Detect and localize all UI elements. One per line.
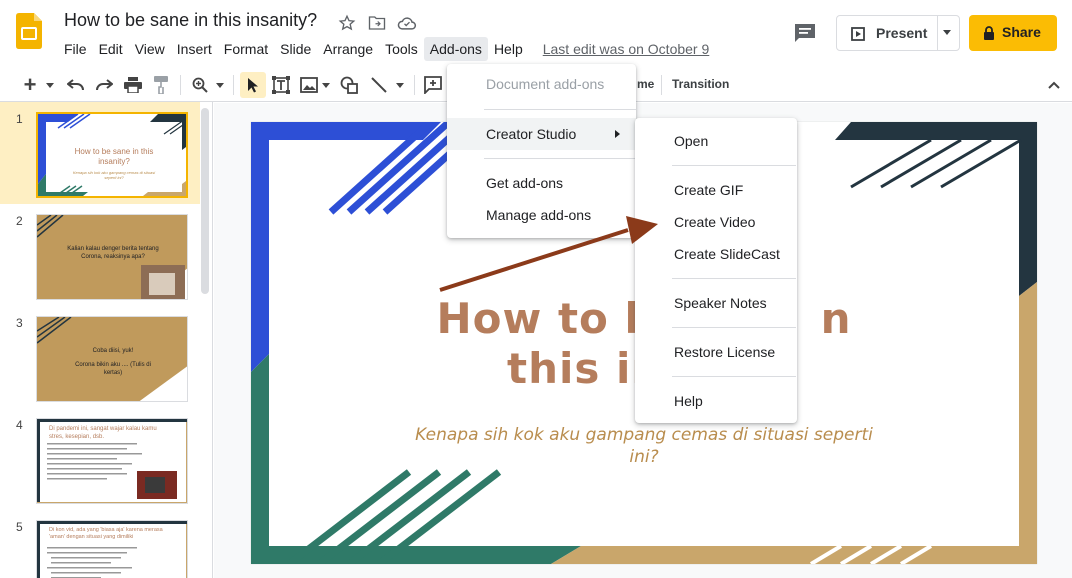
theme-button[interactable]: me: [637, 77, 654, 91]
document-title[interactable]: How to be sane in this insanity?: [64, 10, 317, 31]
present-options-chevron-icon[interactable]: [943, 30, 951, 35]
menu-edit[interactable]: Edit: [93, 37, 129, 61]
menu-file[interactable]: File: [58, 37, 93, 61]
slide-number: 1: [16, 112, 23, 126]
zoom-icon[interactable]: [190, 74, 210, 96]
menu-item-create-gif[interactable]: Create GIF: [635, 174, 797, 206]
undo-icon[interactable]: [65, 74, 87, 96]
new-slide-plus-icon[interactable]: +: [20, 72, 40, 97]
slide-number: 4: [16, 418, 23, 432]
print-icon[interactable]: [122, 74, 144, 96]
line-chevron-icon[interactable]: [394, 74, 406, 96]
menu-addons[interactable]: Add-ons: [423, 37, 488, 61]
menu-item-help[interactable]: Help: [635, 385, 797, 417]
present-icon: [851, 27, 865, 41]
slide-thumbnail-4[interactable]: Di pandemi ini, sangat wajar kalau kamu …: [36, 418, 188, 504]
menu-insert[interactable]: Insert: [171, 37, 218, 61]
menu-item-create-slidecast[interactable]: Create SlideCast: [635, 238, 797, 270]
slide-number: 5: [16, 520, 23, 534]
redo-icon[interactable]: [93, 74, 115, 96]
thumb-text-2: Corona bikin aku .... (Tulis di kertas): [75, 362, 151, 376]
new-slide-layout-chevron-icon[interactable]: [44, 74, 56, 96]
slide-subtitle[interactable]: Kenapa sih kok aku gampang cemas di situ…: [411, 424, 877, 468]
menu-item-get-addons[interactable]: Get add-ons: [447, 167, 636, 199]
image-chevron-icon[interactable]: [320, 74, 332, 96]
select-cursor-icon[interactable]: [240, 72, 266, 98]
comment-icon[interactable]: [793, 22, 817, 44]
transition-button[interactable]: Transition: [672, 77, 729, 91]
present-label: Present: [876, 25, 928, 41]
slide-title-line1: How to b: [436, 294, 656, 343]
thumb-decoration: [37, 317, 187, 401]
image-icon[interactable]: [298, 74, 320, 96]
menu-help[interactable]: Help: [488, 37, 529, 61]
menu-arrange[interactable]: Arrange: [317, 37, 379, 61]
zoom-chevron-icon[interactable]: [214, 74, 226, 96]
lock-icon: [984, 26, 994, 40]
filmstrip-scrollbar[interactable]: [201, 108, 209, 294]
star-icon[interactable]: [336, 12, 358, 34]
text-box-icon[interactable]: [270, 74, 292, 96]
menu-item-manage-addons[interactable]: Manage add-ons: [447, 199, 636, 231]
thumb-subtitle: Kenapa sih kok aku gampang cemas di situ…: [72, 170, 156, 180]
slide-thumbnail-5[interactable]: Di kon vid, ada yang 'biasa aja' karena …: [36, 520, 188, 578]
share-label: Share: [1002, 24, 1041, 40]
share-button[interactable]: Share: [969, 15, 1057, 51]
menu-item-document-addons: Document add-ons: [486, 76, 605, 92]
slide-thumbnail-2[interactable]: Kalian kalau denger berita tentang Coron…: [36, 214, 188, 300]
menu-item-open[interactable]: Open: [635, 125, 797, 157]
comment-add-icon[interactable]: [422, 74, 444, 96]
slide-number: 2: [16, 214, 23, 228]
last-edit-link[interactable]: Last edit was on October 9: [543, 41, 710, 57]
menu-item-speaker-notes[interactable]: Speaker Notes: [635, 287, 797, 319]
menu-format[interactable]: Format: [218, 37, 274, 61]
creator-studio-submenu: Open Create GIF Create Video Create Slid…: [635, 118, 797, 423]
header: How to be sane in this insanity? File Ed…: [0, 0, 1072, 68]
thumb-title: Di pandemi ini, sangat wajar kalau kamu …: [49, 426, 157, 440]
slides-logo-icon[interactable]: [16, 13, 42, 49]
menu-tools[interactable]: Tools: [379, 37, 424, 61]
menu-item-creator-studio[interactable]: Creator Studio: [447, 118, 636, 150]
cloud-status-icon[interactable]: [396, 12, 418, 34]
menu-item-restore-license[interactable]: Restore License: [635, 336, 797, 368]
thumb-text: Kalian kalau denger berita tentang Coron…: [67, 246, 159, 260]
menu-item-label: Creator Studio: [486, 126, 577, 142]
menu-slide[interactable]: Slide: [274, 37, 317, 61]
addons-dropdown-menu: Document add-ons Creator Studio Get add-…: [447, 64, 636, 238]
filmstrip: 1 How to be sane in this insanity? Kenap…: [0, 102, 213, 578]
move-to-folder-icon[interactable]: [366, 12, 388, 34]
shape-icon[interactable]: [338, 74, 360, 96]
collapse-toolbar-chevron-up-icon[interactable]: [1044, 74, 1064, 96]
app-window: How to be sane in this insanity? File Ed…: [0, 0, 1072, 578]
submenu-arrow-icon: [615, 130, 620, 138]
menu-view[interactable]: View: [129, 37, 171, 61]
slide-thumbnail-3[interactable]: Coba diisi, yuk! Corona bikin aku .... (…: [36, 316, 188, 402]
slide-title-line1-end: n: [820, 294, 852, 343]
thumb-title: Di kon vid, ada yang 'biasa aja' karena …: [49, 527, 163, 540]
thumb-title: How to be sane in this insanity?: [74, 147, 154, 166]
thumb-text-1: Coba diisi, yuk!: [92, 348, 134, 354]
menu-bar: File Edit View Insert Format Slide Arran…: [58, 37, 709, 61]
menu-item-create-video[interactable]: Create Video: [635, 206, 797, 238]
line-icon[interactable]: [368, 74, 390, 96]
paint-format-icon[interactable]: [150, 74, 172, 96]
slide-thumbnail-1[interactable]: How to be sane in this insanity? Kenapa …: [36, 112, 188, 198]
present-button[interactable]: Present: [836, 15, 960, 51]
slide-number: 3: [16, 316, 23, 330]
